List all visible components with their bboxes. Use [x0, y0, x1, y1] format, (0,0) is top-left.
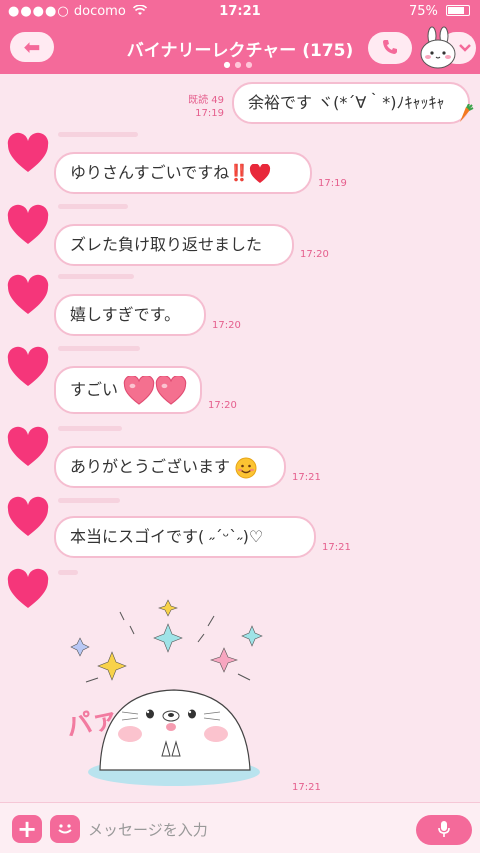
battery-percent: 75%: [408, 4, 438, 19]
chat-area[interactable]: 既読 49 17:19 余裕です ヾ(*´∀｀*)ﾉｷｬｯｷｬ ゆりさんすごいで…: [0, 74, 480, 802]
message-input-bar: +: [0, 802, 480, 853]
message-time: 17:21: [322, 542, 351, 553]
message-time: 17:20: [208, 400, 237, 411]
battery-icon: [446, 5, 470, 16]
carrot-icon: [460, 104, 474, 122]
sender-name: [58, 570, 78, 575]
message-bubble[interactable]: 嬉しすぎです。: [54, 294, 206, 336]
exclamation-icon: ‼️: [229, 163, 250, 182]
mic-icon: [438, 821, 450, 837]
sender-name: [58, 274, 134, 279]
message-time: 17:21: [292, 472, 321, 483]
sender-name: [58, 346, 140, 351]
chat-header: ⬅ バイナリーレクチャー (175) ●●●: [0, 24, 480, 74]
battery: 75%: [409, 4, 470, 19]
pink-heart-icon: [123, 375, 155, 405]
call-button[interactable]: [368, 32, 412, 64]
status-bar: ●●●●○ docomo 17:21 75%: [0, 0, 480, 24]
sender-name: [58, 204, 128, 209]
emoji-button[interactable]: [50, 815, 80, 843]
message-time: 17:20: [300, 249, 329, 260]
smiley-face-icon: [235, 457, 257, 478]
bunny-avatar-icon[interactable]: [418, 26, 458, 70]
avatar-heart-icon[interactable]: [6, 568, 50, 612]
smile-icon: [58, 824, 72, 834]
message-bubble[interactable]: ゆりさんすごいですね‼️: [54, 152, 312, 194]
avatar-heart-icon[interactable]: [6, 346, 50, 390]
message-bubble[interactable]: 本当にスゴイです( ˶ˊᵕˋ˶)♡: [54, 516, 316, 558]
chevron-down-icon: [459, 44, 471, 52]
avatar-heart-icon[interactable]: [6, 274, 50, 318]
seal-sticker[interactable]: パァァ: [58, 594, 298, 794]
page-indicator: ●●●: [223, 60, 257, 69]
red-heart-icon: [250, 163, 271, 183]
read-receipt: 既読 49 17:19: [188, 95, 224, 119]
message-bubble[interactable]: ズレた負け取り返せました: [54, 224, 294, 266]
add-button[interactable]: +: [12, 815, 42, 843]
sender-name: [58, 132, 138, 137]
message-input[interactable]: [88, 817, 388, 843]
message-time: 17:20: [212, 320, 241, 331]
avatar-heart-icon[interactable]: [6, 496, 50, 540]
mic-button[interactable]: [416, 815, 472, 845]
message-bubble[interactable]: すごい: [54, 366, 202, 414]
message-bubble[interactable]: ありがとうございます: [54, 446, 286, 488]
sender-name: [58, 426, 122, 431]
sender-name: [58, 498, 120, 503]
phone-icon: [383, 40, 397, 54]
avatar-heart-icon[interactable]: [6, 132, 50, 176]
avatar-heart-icon[interactable]: [6, 204, 50, 248]
message-time: 17:19: [318, 178, 347, 189]
message-time: 17:21: [292, 782, 321, 793]
pink-heart-icon: [155, 375, 187, 405]
avatar-heart-icon[interactable]: [6, 426, 50, 470]
message-bubble-mine[interactable]: 余裕です ヾ(*´∀｀*)ﾉｷｬｯｷｬ: [232, 82, 470, 124]
